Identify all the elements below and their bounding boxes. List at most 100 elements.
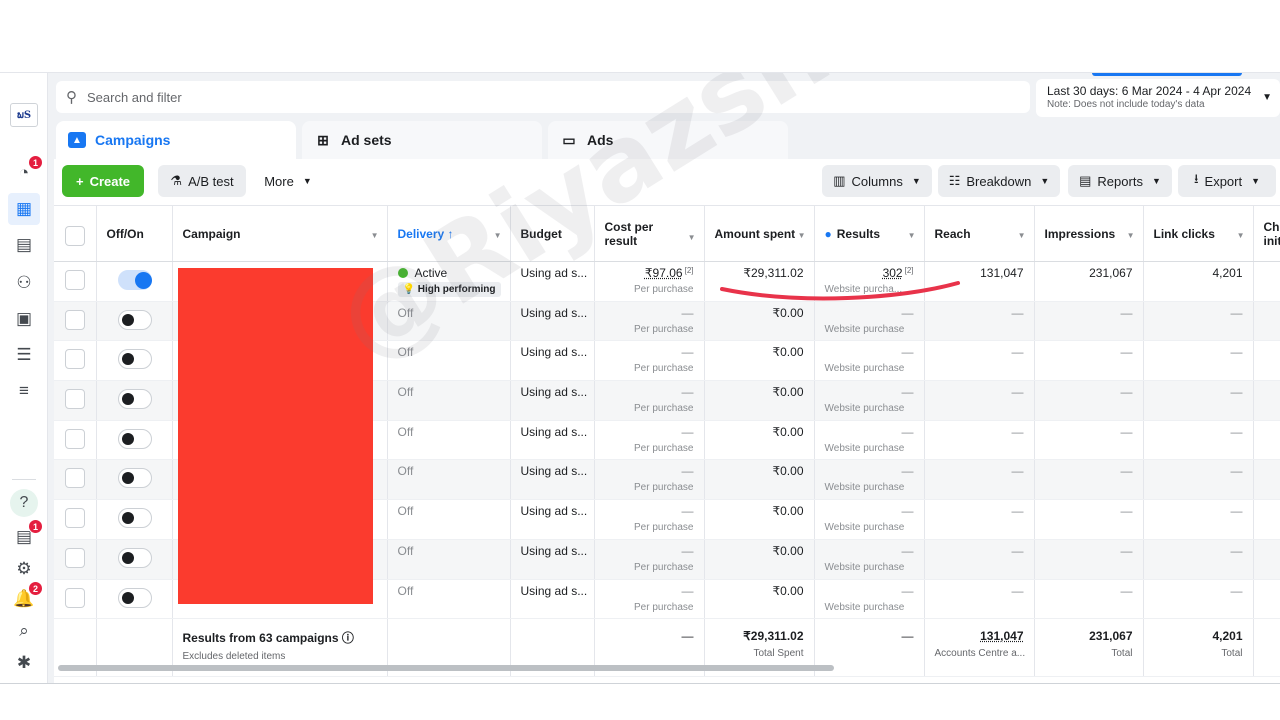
cost-value[interactable]: ₹97.06 xyxy=(645,266,683,280)
search-input[interactable] xyxy=(87,89,987,105)
tab-ad-sets[interactable]: ⊞ Ad sets xyxy=(302,121,542,159)
row-select-cell[interactable] xyxy=(54,459,97,501)
billing-icon[interactable]: ☰ xyxy=(12,343,36,367)
col-reach-label: Reach xyxy=(934,226,971,241)
help-icon[interactable]: ? xyxy=(10,489,38,517)
delivery-cell: Off xyxy=(387,539,511,580)
cost-sub: Per purchase xyxy=(634,601,694,613)
col-budget[interactable]: Budget xyxy=(510,205,595,262)
overview-icon[interactable]: ◔ 1 xyxy=(12,155,43,185)
select-all-cell[interactable] xyxy=(54,205,97,262)
campaign-toggle[interactable] xyxy=(117,349,152,370)
row-select-cell[interactable] xyxy=(54,420,97,461)
totals-reach[interactable]: 131,047 xyxy=(935,629,1023,643)
export-button[interactable]: ⭳ Export ▼ xyxy=(1178,165,1276,197)
toggle-cell[interactable] xyxy=(96,301,173,342)
campaign-toggle[interactable] xyxy=(117,508,152,529)
toggle-cell[interactable] xyxy=(96,459,173,501)
tab-ads[interactable]: ▭ Ads xyxy=(548,121,788,159)
row-select-cell[interactable] xyxy=(54,301,97,342)
campaigns-table-icon[interactable]: ▦ xyxy=(8,193,40,225)
budget-cell: Using ad s... xyxy=(510,459,595,501)
col-checkouts[interactable]: Checkouts initiated xyxy=(1253,205,1280,262)
row-select-cell[interactable] xyxy=(54,380,97,421)
row-select-cell[interactable] xyxy=(54,340,97,382)
delivery-cell: Off xyxy=(387,459,511,501)
campaign-toggle[interactable] xyxy=(117,389,152,410)
reach-cell: — xyxy=(924,380,1035,421)
results-value[interactable]: 302 xyxy=(883,266,903,280)
row-checkbox[interactable] xyxy=(65,270,85,290)
clicks-cell: — xyxy=(1143,499,1254,540)
totals-title: Results from 63 campaigns xyxy=(182,631,339,646)
col-reach[interactable]: Reach ▼ xyxy=(924,205,1035,262)
spent-cell: ₹0.00 xyxy=(704,539,815,580)
spent-cell: ₹0.00 xyxy=(704,380,815,421)
columns-button[interactable]: ▥ Columns ▼ xyxy=(822,165,932,197)
toggle-knob xyxy=(121,512,134,525)
row-checkbox[interactable] xyxy=(65,428,85,449)
info-icon[interactable]: ⓘ xyxy=(342,631,354,645)
toggle-cell[interactable] xyxy=(96,261,173,302)
row-checkbox[interactable] xyxy=(65,309,85,330)
horizontal-scrollbar[interactable] xyxy=(58,665,834,671)
tab-label: Ads xyxy=(587,132,614,148)
row-select-cell[interactable] xyxy=(54,499,97,540)
toggle-cell[interactable] xyxy=(96,380,173,421)
redacted-campaign-names xyxy=(178,268,373,604)
creative-icon[interactable]: ▣ xyxy=(12,307,36,331)
campaign-toggle[interactable] xyxy=(117,468,152,489)
campaign-toggle[interactable] xyxy=(117,587,152,608)
row-checkbox[interactable] xyxy=(65,547,85,568)
audiences-icon[interactable]: ⚇ xyxy=(12,271,36,295)
col-amount-spent[interactable]: Amount spent ▼ xyxy=(704,205,815,262)
col-results[interactable]: ● Results ▼ xyxy=(814,205,925,262)
col-delivery[interactable]: Delivery ↑ ▼ xyxy=(387,205,511,262)
left-nav-rail: ພS ◔ 1 ▦ ▤ ⚇ ▣ ☰ ≡ ? ▤ 1 ⚙ 🔔 2 ⌕ ✱ xyxy=(0,73,48,683)
toggle-cell[interactable] xyxy=(96,340,173,382)
row-checkbox[interactable] xyxy=(65,468,85,489)
row-select-cell[interactable] xyxy=(54,579,97,620)
campaign-toggle[interactable] xyxy=(117,547,152,568)
budget-cell: Using ad s... xyxy=(510,340,595,382)
toggle-cell[interactable] xyxy=(96,499,173,540)
col-impressions[interactable]: Impressions ▼ xyxy=(1034,205,1144,262)
col-link-clicks[interactable]: Link clicks ▼ xyxy=(1143,205,1254,262)
search-bar[interactable]: ⚲ xyxy=(56,81,1030,113)
create-button[interactable]: + Create xyxy=(62,165,144,197)
notifications-doc-icon[interactable]: ▤ 1 xyxy=(12,519,43,549)
impressions-cell: — xyxy=(1034,579,1144,620)
settings-icon[interactable]: ⚙ xyxy=(12,557,36,581)
col-campaign[interactable]: Campaign ▼ xyxy=(172,205,388,262)
results-value: — xyxy=(901,543,914,558)
campaign-toggle[interactable] xyxy=(117,270,152,290)
campaign-toggle[interactable] xyxy=(117,428,152,449)
more-button[interactable]: More ▼ xyxy=(256,165,320,197)
bell-icon[interactable]: 🔔 2 xyxy=(12,581,43,611)
results-cell: — Website purchase xyxy=(814,579,925,620)
chevron-down-icon: ▼ xyxy=(1262,92,1272,103)
row-checkbox[interactable] xyxy=(65,349,85,370)
row-checkbox[interactable] xyxy=(65,587,85,608)
toggle-cell[interactable] xyxy=(96,420,173,461)
menu-icon[interactable]: ≡ xyxy=(12,379,36,403)
tab-campaigns[interactable]: ▲ Campaigns xyxy=(56,121,296,159)
row-checkbox[interactable] xyxy=(65,389,85,410)
reports-button[interactable]: ▤ Reports ▼ xyxy=(1068,165,1172,197)
select-all-checkbox[interactable] xyxy=(65,225,85,246)
row-select-cell[interactable] xyxy=(54,261,97,302)
col-offon[interactable]: Off/On xyxy=(96,205,173,262)
row-checkbox[interactable] xyxy=(65,508,85,529)
bug-icon[interactable]: ✱ xyxy=(12,651,36,675)
toggle-cell[interactable] xyxy=(96,539,173,580)
ab-test-button[interactable]: ⚗ A/B test xyxy=(158,165,246,197)
toggle-cell[interactable] xyxy=(96,579,173,620)
account-logo[interactable]: ພS xyxy=(10,103,38,127)
breakdown-button[interactable]: ☷ Breakdown ▼ xyxy=(938,165,1060,197)
reports-icon[interactable]: ▤ xyxy=(12,233,36,257)
col-cost-per-result[interactable]: Cost per result ▼ xyxy=(594,205,705,262)
row-select-cell[interactable] xyxy=(54,539,97,580)
date-range-picker[interactable]: Last 30 days: 6 Mar 2024 - 4 Apr 2024 No… xyxy=(1036,79,1280,117)
campaign-toggle[interactable] xyxy=(117,309,152,330)
search-icon[interactable]: ⌕ xyxy=(12,619,36,643)
